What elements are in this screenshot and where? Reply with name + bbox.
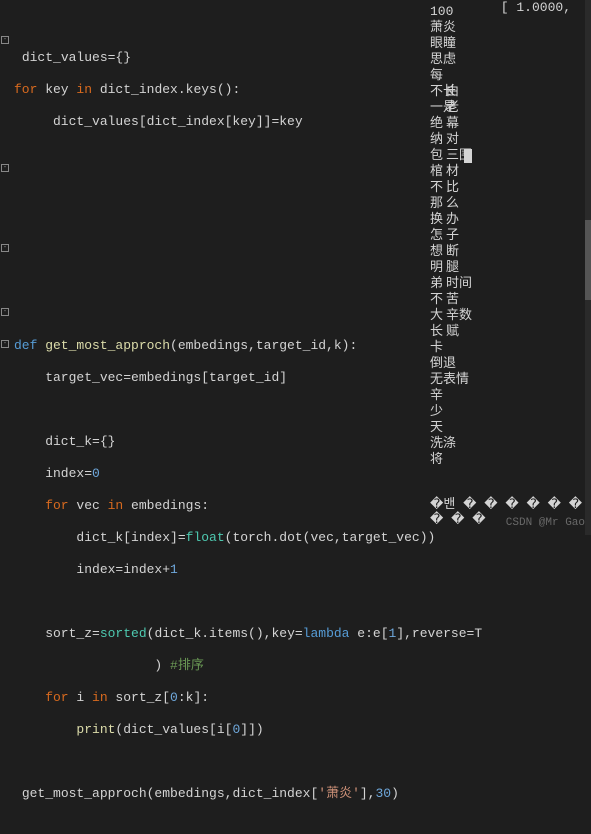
fold-icon[interactable]: - — [1, 244, 9, 252]
code-line: dict_values={} — [22, 50, 131, 65]
output-header: 100 — [430, 4, 469, 20]
keyword-in: in — [92, 690, 108, 705]
fold-icon[interactable]: - — [1, 308, 9, 316]
func-name: get_most_approch — [37, 338, 170, 353]
code-area[interactable]: dict_values={} for key in dict_index.key… — [10, 0, 591, 535]
output-top-right: [ 1.0000, — [501, 0, 571, 15]
keyword-for: for — [14, 690, 69, 705]
keyword-in: in — [76, 82, 92, 97]
builtin-print: print — [14, 722, 115, 737]
keyword-in: in — [108, 498, 124, 513]
comment: #排序 — [170, 658, 204, 673]
code-line: target_vec=embedings[target_id] — [14, 370, 287, 385]
code-line: dict_k={} — [14, 434, 115, 449]
builtin-float: float — [186, 530, 225, 545]
keyword-def: def — [14, 338, 37, 353]
fold-gutter: - - - - - — [0, 0, 10, 535]
fold-icon[interactable]: - — [1, 36, 9, 44]
keyword-for: for — [14, 82, 37, 97]
code-line: dict_values[dict_index[key]]=key — [14, 114, 303, 129]
fold-icon[interactable]: - — [1, 164, 9, 172]
watermark: CSDN @Mr Gao — [506, 517, 585, 529]
editor-wrap: - - - - - dict_values={} for key in dict… — [0, 0, 591, 535]
string-literal: '萧炎' — [318, 786, 360, 801]
scrollbar-thumb[interactable] — [585, 220, 591, 300]
builtin-sorted: sorted — [100, 626, 147, 641]
cursor-icon — [464, 149, 472, 163]
output-column-3 — [462, 148, 472, 164]
keyword-lambda: lambda — [303, 626, 350, 641]
fold-icon[interactable]: - — [1, 340, 9, 348]
keyword-for: for — [14, 498, 69, 513]
output-column-2: 由 老 幕 对 三围 材 比 么 办 子 断 腿 时间 苦 辛数 赋 — [446, 84, 472, 340]
scrollbar[interactable] — [585, 0, 591, 535]
